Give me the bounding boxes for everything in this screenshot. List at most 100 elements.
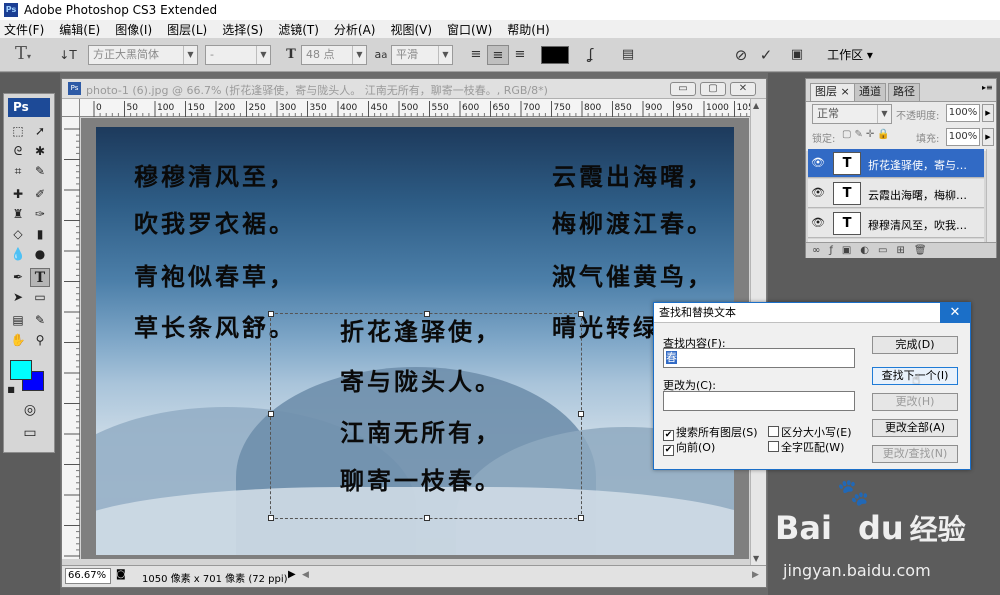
tab-channels[interactable]: 通道 [854,83,886,101]
quick-mask-icon[interactable]: ◎ [18,401,42,420]
minimize-button[interactable]: ▭ [670,82,696,96]
horizontal-ruler[interactable]: 0 50 100 150 200 250 300 350 400 450 500 550 600 650 7… [80,99,750,117]
maximize-button[interactable]: ▢ [700,82,726,96]
zoom-field[interactable]: 66.67% [65,568,111,584]
font-size-select[interactable]: 48 点 ▼ [301,45,367,65]
fill-field[interactable]: 100% [946,128,980,146]
layer-row[interactable]: 👁 T 云霞出海曙，梅柳… [808,179,984,208]
slice-tool-icon[interactable]: ✎ [30,162,50,181]
lasso-tool-icon[interactable]: ᘓ [8,142,28,161]
zoom-tool-icon[interactable]: ⚲ [30,331,50,350]
workspace-menu[interactable]: 工作区 ▾ [822,45,878,65]
scroll-up-icon[interactable]: ▲ [753,101,759,110]
menu-filter[interactable]: 滤镜(T) [278,21,319,38]
foreground-color-swatch[interactable] [10,360,32,380]
vertical-ruler[interactable] [62,117,80,559]
whole-word-checkbox[interactable]: 全字匹配(W) [768,439,844,455]
text-bounding-box[interactable] [268,311,584,521]
tab-paths[interactable]: 路径 [888,83,920,101]
menu-image[interactable]: 图像(I) [115,21,152,38]
change-button[interactable]: 更改(H) [872,393,958,411]
healing-brush-icon[interactable]: ✚ [8,185,28,204]
blur-tool-icon[interactable]: 💧 [8,245,28,264]
toggle-text-orientation-icon[interactable]: ↓T [58,45,78,65]
type-tool-preset-icon[interactable]: T▾ [8,44,38,64]
eyedropper-icon[interactable]: ✎ [30,311,50,330]
clone-stamp-icon[interactable]: ♜ [8,205,28,224]
bridge-icon[interactable]: ▣ [786,45,808,65]
menu-file[interactable]: 文件(F) [4,21,44,38]
magic-wand-icon[interactable]: ✱ [30,142,50,161]
tab-layers[interactable]: 图层 × [810,83,855,101]
layer-row[interactable]: 👁 T 折花逢驿使，寄与… [808,149,984,178]
menu-select[interactable]: 选择(S) [222,21,263,38]
type-tool-icon[interactable]: T [30,268,50,287]
menu-layer[interactable]: 图层(L) [167,21,207,38]
close-button[interactable]: ✕ [730,82,756,96]
default-colors-icon[interactable]: ■ [6,380,16,399]
warp-text-icon[interactable]: ʆ [580,45,602,65]
shape-tool-icon[interactable]: ▭ [30,288,50,307]
ruler-origin[interactable] [62,99,80,117]
visibility-eye-icon[interactable]: 👁 [811,186,825,199]
text-color-swatch[interactable] [541,46,569,64]
status-toggle-icon[interactable]: ◙ [116,569,126,580]
transform-handle[interactable] [424,515,430,521]
scroll-down-icon[interactable]: ▼ [753,554,759,563]
visibility-eye-icon[interactable]: 👁 [811,216,825,229]
find-input[interactable]: 春 [663,348,855,368]
scroll-right-icon[interactable]: ▶ [752,570,759,580]
font-family-select[interactable]: 方正大黑简体 ▼ [88,45,198,65]
crop-tool-icon[interactable]: ⌗ [8,162,28,181]
transform-handle[interactable] [424,311,430,317]
character-panel-icon[interactable]: ▤ [617,45,639,65]
font-style-select[interactable]: - ▼ [205,45,271,65]
layer-row[interactable]: 👁 T 穆穆清风至，吹我… [808,209,984,238]
history-brush-icon[interactable]: ✑ [30,205,50,224]
menu-help[interactable]: 帮助(H) [507,21,549,38]
dialog-close-icon[interactable]: ✕ [940,303,970,323]
panel-menu-icon[interactable]: ▸≡ [982,83,993,92]
menu-window[interactable]: 窗口(W) [447,21,492,38]
opacity-slider-icon[interactable]: ▶ [982,104,994,122]
case-sensitive-checkbox[interactable]: 区分大小写(E) [768,424,852,440]
cancel-edit-icon[interactable]: ⊘ [730,45,752,65]
layers-scrollbar[interactable] [986,149,996,245]
forward-checkbox[interactable]: ✔ 向前(O) [663,439,715,456]
opacity-field[interactable]: 100% [946,104,980,122]
pen-tool-icon[interactable]: ✒ [8,268,28,287]
lock-icons[interactable]: ▢✎✛🔒 [842,129,893,140]
transform-handle[interactable] [578,515,584,521]
scroll-left-icon[interactable]: ◀ [302,570,309,580]
change-find-button[interactable]: 更改/查找(N) [872,445,958,463]
align-right-icon[interactable]: ≡ [509,45,531,65]
status-menu-icon[interactable]: ▶ [288,569,296,580]
transform-handle[interactable] [578,311,584,317]
document-title-bar[interactable]: Ps photo-1 (6).jpg @ 66.7% (折花逢驿使，寄与陇头人。… [62,79,766,99]
menu-view[interactable]: 视图(V) [390,21,432,38]
gradient-tool-icon[interactable]: ▮ [30,225,50,244]
path-selection-icon[interactable]: ➤ [8,288,28,307]
screen-mode-icon[interactable]: ▭ [18,424,42,443]
change-all-button[interactable]: 更改全部(A) [872,419,958,437]
visibility-eye-icon[interactable]: 👁 [811,156,825,169]
transform-handle[interactable] [268,515,274,521]
notes-tool-icon[interactable]: ▤ [8,311,28,330]
blend-mode-select[interactable]: 正常 ▼ [812,104,892,124]
eraser-tool-icon[interactable]: ◇ [8,225,28,244]
commit-edit-icon[interactable]: ✓ [755,45,777,65]
replace-input[interactable] [663,391,855,411]
transform-handle[interactable] [268,311,274,317]
done-button[interactable]: 完成(D) [872,336,958,354]
menu-analysis[interactable]: 分析(A) [334,21,376,38]
move-tool-icon[interactable]: ➚ [30,122,50,141]
marquee-tool-icon[interactable]: ⬚ [8,122,28,141]
align-left-icon[interactable]: ≡ [465,45,487,65]
brush-tool-icon[interactable]: ✐ [30,185,50,204]
transform-handle[interactable] [268,411,274,417]
dodge-tool-icon[interactable]: ● [30,245,50,264]
menu-edit[interactable]: 编辑(E) [59,21,100,38]
align-center-icon[interactable]: ≡ [487,45,509,65]
hand-tool-icon[interactable]: ✋ [8,331,28,350]
transform-handle[interactable] [578,411,584,417]
